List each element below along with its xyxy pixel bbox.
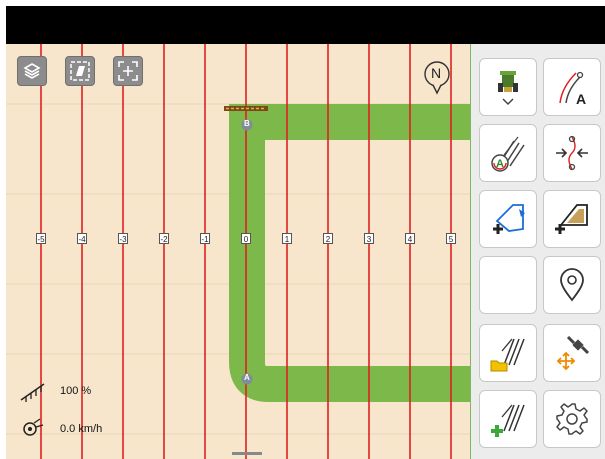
top-status-bar (6, 6, 605, 44)
point-b-label: B (244, 119, 250, 128)
guidance-line-a-button[interactable]: A (543, 58, 601, 116)
guidance-line-a-icon: A (559, 71, 586, 107)
track-number-label: -4 (77, 233, 87, 244)
track-number-label: -5 (36, 233, 46, 244)
satellite-move-button[interactable] (543, 324, 601, 382)
machine-profile-icon (498, 71, 518, 106)
point-a-label: A (244, 373, 250, 382)
layers-button[interactable] (17, 56, 47, 86)
status-readouts: 100 % 0.0 km/h (18, 378, 158, 448)
auto-guidance-icon: A (491, 136, 525, 172)
track-number-label: -3 (118, 233, 128, 244)
speed-value: 0.0 km/h (60, 423, 103, 435)
svg-text:A: A (576, 91, 586, 107)
empty-slot-button[interactable] (479, 256, 537, 314)
track-number-label: 2 (323, 233, 333, 244)
settings-gear-icon (556, 403, 588, 435)
add-field-area-icon (555, 204, 588, 234)
scroll-indicator (232, 452, 262, 455)
settings-button[interactable] (543, 390, 601, 448)
layers-icon (23, 63, 41, 79)
track-shift-icon (556, 135, 588, 171)
track-number-label: -1 (200, 233, 210, 244)
auto-guidance-button[interactable]: A (479, 124, 537, 182)
location-pin-icon (560, 268, 584, 302)
add-boundary-button[interactable] (479, 190, 537, 248)
application-rate-value: 100 % (60, 385, 92, 397)
machine-profile-button[interactable] (479, 58, 537, 116)
track-number-label: -2 (159, 233, 169, 244)
add-field-area-button[interactable] (543, 190, 601, 248)
right-toolbar: A A (470, 44, 605, 459)
spray-boom-icon (20, 383, 45, 402)
track-shift-button[interactable] (543, 124, 601, 182)
track-number-label: 5 (446, 233, 456, 244)
speed-tractor-icon (23, 418, 44, 436)
load-tracks-button[interactable] (479, 324, 537, 382)
track-number-label: 1 (282, 233, 292, 244)
compass[interactable]: N (422, 60, 452, 98)
track-number-label: 0 (241, 233, 251, 244)
add-tracks-icon (491, 404, 525, 437)
center-position-button[interactable] (113, 56, 143, 86)
field-view-button[interactable] (65, 56, 95, 86)
location-pin-button[interactable] (543, 256, 601, 314)
field-view-icon (70, 61, 90, 81)
add-tracks-button[interactable] (479, 390, 537, 448)
add-boundary-icon (493, 204, 525, 234)
track-number-label: 4 (405, 233, 415, 244)
load-tracks-icon (490, 338, 525, 372)
track-number-label: 3 (364, 233, 374, 244)
center-position-icon (118, 61, 138, 81)
compass-label: N (431, 65, 442, 81)
satellite-move-icon (556, 335, 590, 371)
